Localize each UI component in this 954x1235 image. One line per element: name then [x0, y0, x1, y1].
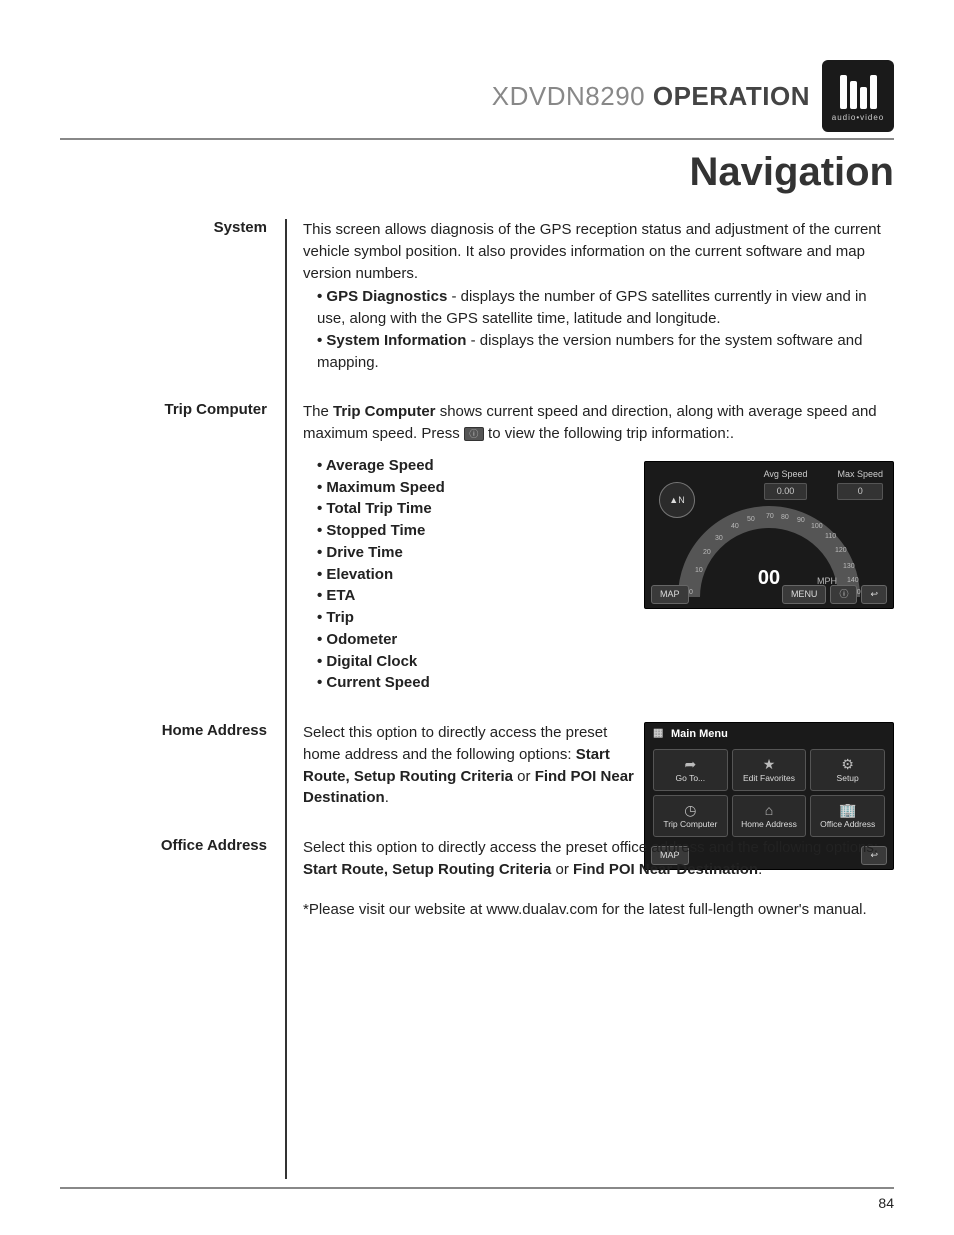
mainmenu-title: Main Menu — [645, 723, 893, 745]
svg-text:140: 140 — [847, 577, 859, 584]
section-title: Navigation — [60, 150, 894, 195]
system-bullet-gps: GPS Diagnostics - displays the number of… — [317, 286, 894, 330]
arrow-icon: ➦ — [684, 757, 696, 772]
page-header: XDVDN8290 OPERATION audio•video — [60, 60, 894, 132]
svg-text:130: 130 — [843, 563, 855, 570]
trip-item: Odometer — [317, 629, 894, 651]
mm-favorites[interactable]: ★Edit Favorites — [732, 749, 807, 791]
mainmenu-grid: ➦Go To... ★Edit Favorites ⚙Setup ◷Trip C… — [645, 745, 893, 841]
mm-trip[interactable]: ◷Trip Computer — [653, 795, 728, 837]
speedo-buttons: MAP MENU ⓘ ↩ — [651, 585, 887, 604]
home-icon: ⌂ — [765, 803, 773, 818]
svg-text:30: 30 — [715, 535, 723, 542]
svg-text:100: 100 — [811, 523, 823, 530]
info-icon: ⓘ — [464, 427, 484, 441]
mm-home[interactable]: ⌂Home Address — [732, 795, 807, 837]
trip-item: Trip — [317, 607, 894, 629]
svg-text:40: 40 — [731, 523, 739, 530]
row-trip: Trip Computer The Trip Computer shows cu… — [60, 401, 894, 694]
brand-logo: audio•video — [822, 60, 894, 132]
svg-text:120: 120 — [835, 547, 847, 554]
svg-text:80: 80 — [781, 514, 789, 521]
header-title: XDVDN8290 OPERATION — [492, 81, 810, 112]
logo-bars — [840, 71, 877, 109]
body-office: Select this option to directly access th… — [285, 837, 894, 920]
row-system: System This screen allows diagnosis of t… — [60, 219, 894, 373]
svg-text:70: 70 — [766, 513, 774, 520]
body-trip: The Trip Computer shows current speed an… — [285, 401, 894, 694]
content-area: System This screen allows diagnosis of t… — [60, 219, 894, 1179]
mm-setup[interactable]: ⚙Setup — [810, 749, 885, 791]
system-intro: This screen allows diagnosis of the GPS … — [303, 221, 881, 282]
label-trip: Trip Computer — [60, 401, 285, 694]
page-number: 84 — [878, 1195, 894, 1211]
body-system: This screen allows diagnosis of the GPS … — [285, 219, 894, 373]
header-divider — [60, 138, 894, 140]
operation-label: OPERATION — [653, 81, 810, 111]
mm-office[interactable]: 🏢Office Address — [810, 795, 885, 837]
map-button[interactable]: MAP — [651, 585, 689, 604]
logo-subtext: audio•video — [832, 113, 885, 122]
footer-divider — [60, 1187, 894, 1189]
footnote: *Please visit our website at www.dualav.… — [303, 901, 867, 918]
svg-text:50: 50 — [747, 516, 755, 523]
trip-item: Digital Clock — [317, 651, 894, 673]
info-button[interactable]: ⓘ — [830, 585, 857, 604]
system-bullets: GPS Diagnostics - displays the number of… — [303, 286, 894, 373]
svg-text:10: 10 — [695, 567, 703, 574]
model-number: XDVDN8290 — [492, 81, 645, 111]
row-office: Office Address Select this option to dir… — [60, 837, 894, 920]
body-home: Select this option to directly access th… — [285, 722, 894, 809]
mm-goto[interactable]: ➦Go To... — [653, 749, 728, 791]
svg-text:20: 20 — [703, 549, 711, 556]
svg-text:90: 90 — [797, 517, 805, 524]
screenshot-speedometer: ▲N Avg Speed0.00 Max Speed0 01020 304050… — [644, 461, 894, 609]
system-bullet-sysinfo: System Information - displays the versio… — [317, 330, 894, 374]
svg-text:110: 110 — [825, 533, 836, 540]
star-icon: ★ — [763, 757, 776, 772]
row-home: Home Address Select this option to direc… — [60, 722, 894, 809]
label-home: Home Address — [60, 722, 285, 809]
trip-item: Current Speed — [317, 672, 894, 694]
building-icon: 🏢 — [839, 803, 856, 818]
back-button[interactable]: ↩ — [861, 585, 887, 604]
gear-icon: ⚙ — [841, 757, 854, 772]
label-system: System — [60, 219, 285, 373]
menu-button[interactable]: MENU — [782, 585, 827, 604]
label-office: Office Address — [60, 837, 285, 920]
clock-icon: ◷ — [684, 803, 696, 818]
